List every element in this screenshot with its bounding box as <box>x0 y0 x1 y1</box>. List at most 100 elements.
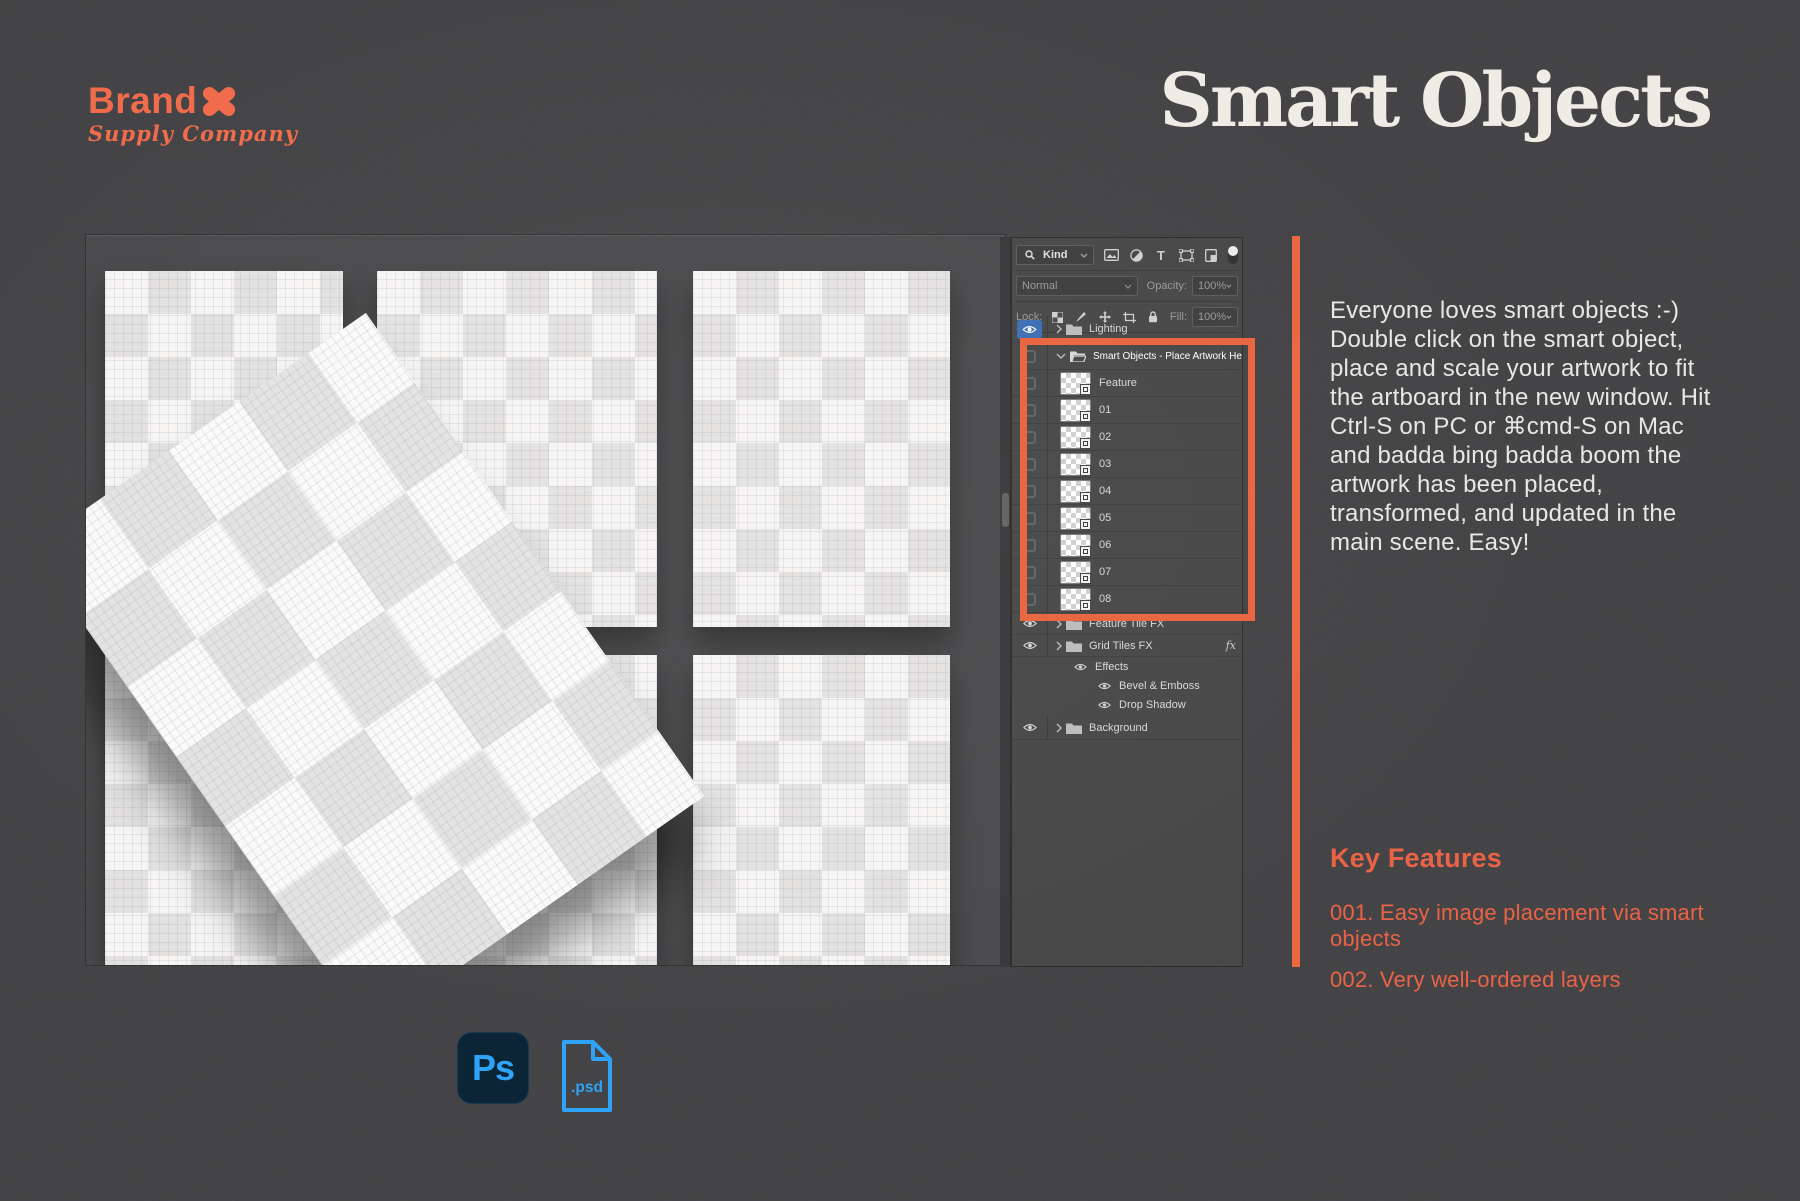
layer-list: Lighting Smart Objects - Place Artwork H… <box>1012 316 1242 740</box>
layer-name: Lighting <box>1089 323 1128 335</box>
smart-object-badge-icon <box>1080 492 1091 503</box>
visibility-checkbox[interactable] <box>1023 377 1036 390</box>
visibility-checkbox[interactable] <box>1023 512 1036 525</box>
smart-object-badge-icon <box>1080 600 1091 611</box>
mockup-preview <box>86 235 1005 965</box>
visibility-checkbox[interactable] <box>1023 593 1036 606</box>
layer-row-drop-shadow[interactable]: Drop Shadow <box>1012 695 1242 714</box>
layer-row-bevel-emboss[interactable]: Bevel & Emboss <box>1012 676 1242 695</box>
smart-object-badge-icon <box>1080 438 1091 449</box>
layer-name: Background <box>1089 722 1148 734</box>
layer-row-02[interactable]: 02 <box>1012 424 1242 451</box>
layer-row-06[interactable]: 06 <box>1012 532 1242 559</box>
layer-filter-dropdown[interactable]: Kind <box>1016 245 1094 265</box>
layer-thumbnail[interactable] <box>1060 453 1091 476</box>
key-features-heading: Key Features <box>1330 843 1760 874</box>
layer-row-grid-tiles-fx[interactable]: Grid Tiles FX fx <box>1012 635 1242 657</box>
filter-image-icon[interactable] <box>1103 248 1119 262</box>
layer-name: 03 <box>1099 458 1111 470</box>
layer-row-03[interactable]: 03 <box>1012 451 1242 478</box>
layer-name: 07 <box>1099 566 1111 578</box>
mockup-tile <box>693 271 950 627</box>
opacity-label: Opacity: <box>1147 280 1187 292</box>
chevron-right-icon[interactable] <box>1056 324 1062 334</box>
layer-thumbnail[interactable] <box>1060 426 1091 449</box>
layer-row-lighting[interactable]: Lighting <box>1012 316 1242 343</box>
smart-object-badge-icon <box>1080 411 1091 422</box>
visibility-eye-icon[interactable] <box>1098 701 1111 709</box>
layer-name: Feature Tile FX <box>1089 618 1164 630</box>
filter-toggle-switch[interactable] <box>1228 246 1238 264</box>
blend-mode-dropdown[interactable]: Normal <box>1016 276 1138 296</box>
layer-thumbnail[interactable] <box>1060 534 1091 557</box>
filter-type-icon[interactable]: T <box>1153 248 1169 262</box>
layer-row-08[interactable]: 08 <box>1012 586 1242 613</box>
layer-row-05[interactable]: 05 <box>1012 505 1242 532</box>
layer-row-feature-tile-fx[interactable]: Feature Tile FX <box>1012 613 1242 635</box>
visibility-eye-icon[interactable] <box>1017 320 1042 339</box>
search-icon <box>1022 248 1038 262</box>
chevron-right-icon[interactable] <box>1056 619 1062 629</box>
visibility-eye-icon[interactable] <box>1098 682 1111 690</box>
layer-thumbnail[interactable] <box>1060 561 1091 584</box>
visibility-checkbox[interactable] <box>1023 485 1036 498</box>
chevron-down-icon <box>1226 284 1232 288</box>
visibility-checkbox[interactable] <box>1023 431 1036 444</box>
chevron-down-icon[interactable] <box>1056 353 1066 359</box>
filter-adjustment-icon[interactable] <box>1128 248 1144 262</box>
layer-filter-value: Kind <box>1043 249 1067 261</box>
scrollbar-thumb[interactable] <box>1002 493 1009 527</box>
visibility-eye-icon[interactable] <box>1023 641 1037 650</box>
visibility-checkbox[interactable] <box>1023 458 1036 471</box>
layer-row-effects[interactable]: Effects <box>1012 657 1242 676</box>
visibility-eye-icon[interactable] <box>1074 663 1087 671</box>
folder-icon <box>1066 323 1082 335</box>
layer-thumbnail[interactable] <box>1060 480 1091 503</box>
layer-row-smart-objects-group[interactable]: Smart Objects - Place Artwork Here <box>1012 343 1242 370</box>
description-text: Everyone loves smart objects :-) Double … <box>1330 296 1716 557</box>
layer-name: Smart Objects - Place Artwork Here <box>1093 351 1242 362</box>
visibility-checkbox[interactable] <box>1023 566 1036 579</box>
brand-logo: Brand Supply Company <box>88 84 298 146</box>
layer-name: 01 <box>1099 404 1111 416</box>
filter-shape-icon[interactable] <box>1178 248 1194 262</box>
page-title: Smart Objects <box>1159 58 1710 144</box>
opacity-field[interactable]: 100% <box>1192 276 1238 296</box>
visibility-checkbox[interactable] <box>1023 404 1036 417</box>
mockup-tile <box>693 655 950 965</box>
accent-divider-line <box>1292 236 1300 967</box>
presentation-slide: Brand Supply Company Smart Objects <box>0 0 1800 1201</box>
visibility-eye-icon[interactable] <box>1023 619 1037 628</box>
panel-scrollbar[interactable] <box>1000 237 1011 967</box>
smart-object-badge-icon <box>1080 546 1091 557</box>
layer-thumbnail[interactable] <box>1060 399 1091 422</box>
layer-row-07[interactable]: 07 <box>1012 559 1242 586</box>
visibility-checkbox[interactable] <box>1023 350 1036 363</box>
chevron-down-icon <box>1080 249 1088 261</box>
layer-row-feature[interactable]: Feature <box>1012 370 1242 397</box>
fx-badge[interactable]: fx <box>1226 639 1236 652</box>
chevron-down-icon <box>1124 280 1132 292</box>
layer-thumbnail[interactable] <box>1060 507 1091 530</box>
layer-row-04[interactable]: 04 <box>1012 478 1242 505</box>
layer-row-background[interactable]: Background <box>1012 716 1242 740</box>
layer-thumbnail[interactable] <box>1060 372 1091 395</box>
layer-name: 02 <box>1099 431 1111 443</box>
layer-name: Grid Tiles FX <box>1089 640 1153 652</box>
chevron-right-icon[interactable] <box>1056 641 1062 651</box>
layer-thumbnail[interactable] <box>1060 588 1091 611</box>
layer-row-01[interactable]: 01 <box>1012 397 1242 424</box>
folder-icon <box>1066 640 1082 652</box>
visibility-eye-icon[interactable] <box>1023 723 1037 732</box>
visibility-checkbox[interactable] <box>1023 539 1036 552</box>
smart-object-badge-icon <box>1080 465 1091 476</box>
filter-smart-object-icon[interactable] <box>1203 248 1219 262</box>
blend-mode-value: Normal <box>1022 280 1057 292</box>
chevron-right-icon[interactable] <box>1056 723 1062 733</box>
layers-panel: Kind T <box>1000 237 1243 967</box>
folder-icon <box>1066 722 1082 734</box>
brand-name: Brand <box>88 84 197 118</box>
smart-object-badge-icon <box>1080 384 1091 395</box>
layer-name: 05 <box>1099 512 1111 524</box>
folder-open-icon <box>1070 350 1086 362</box>
